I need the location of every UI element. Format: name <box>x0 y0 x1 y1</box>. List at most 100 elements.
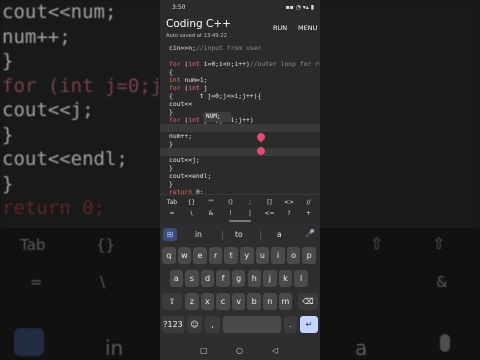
bg-code-line: cout<<endl; <box>2 148 128 170</box>
key-i[interactable]: i <box>271 247 285 264</box>
autocomplete-popup[interactable]: NUM; <box>203 112 231 122</box>
symbol-key[interactable]: <> <box>281 199 297 206</box>
code-line[interactable]: } <box>160 140 173 148</box>
code-line[interactable]: { t j=0;j<=i;j++){ <box>160 92 261 100</box>
bg-label: Tab <box>20 236 46 254</box>
code-line[interactable] <box>160 52 169 60</box>
code-line[interactable]: int num=1; <box>160 76 207 84</box>
suggestion-word[interactable]: a <box>277 230 282 239</box>
key-h[interactable]: h <box>247 270 262 287</box>
shift-key[interactable]: ⇧ <box>162 293 182 310</box>
key-x[interactable]: x <box>200 293 215 310</box>
comma-key[interactable]: , <box>205 316 220 333</box>
bg-label: in <box>105 336 124 360</box>
key-e[interactable]: e <box>193 247 207 264</box>
space-key[interactable] <box>223 316 281 333</box>
code-line[interactable]: num++; <box>160 132 192 140</box>
background-code: cout<<num; num++;} for (int j=0;j<=i;j++){… <box>0 0 265 230</box>
symbol-key[interactable]: ; <box>242 199 258 206</box>
symbol-key[interactable]: () <box>223 199 239 206</box>
symbol-key[interactable]: \ <box>184 210 200 217</box>
key-w[interactable]: w <box>177 247 192 264</box>
backspace-key[interactable]: ⌫ <box>298 293 318 310</box>
bg-label: = <box>30 273 43 291</box>
code-line[interactable]: cin>>n;//input from user <box>160 44 261 52</box>
key-b[interactable]: b <box>247 293 261 310</box>
key-y[interactable]: y <box>240 247 254 264</box>
symbol-key[interactable]: ? <box>281 210 297 217</box>
code-line[interactable]: } <box>160 108 173 116</box>
code-token: j <box>199 84 208 92</box>
status-icons: ▪▪ ◔ ▾▴ ▮ <box>285 3 314 11</box>
symbol-key[interactable]: ! <box>223 210 239 217</box>
autosave-status: Auto saved at 13:49:22 <box>166 33 227 39</box>
key-q[interactable]: q <box>162 247 176 264</box>
symbol-key[interactable]: | <box>242 210 258 217</box>
period-key[interactable]: . <box>284 316 297 333</box>
key-m[interactable]: m <box>278 293 293 310</box>
code-token: } <box>169 164 173 172</box>
code-line[interactable]: cout<<j; <box>160 156 200 164</box>
bg-code-line: } <box>2 123 14 146</box>
bg-grid-icon <box>14 328 44 356</box>
symbol-key[interactable]: // <box>301 199 317 206</box>
emoji-key[interactable]: ☺ <box>187 316 202 333</box>
key-c[interactable]: c <box>216 293 230 310</box>
apps-grid-icon[interactable]: ⊞ <box>163 228 177 241</box>
key-v[interactable]: v <box>231 293 246 310</box>
key-k[interactable]: k <box>278 270 293 287</box>
key-u[interactable]: u <box>255 247 270 264</box>
code-line[interactable]: cout<<endl; <box>160 172 211 180</box>
microphone-icon[interactable]: 🎤 <box>305 229 315 238</box>
cursor-handle[interactable] <box>257 147 265 155</box>
key-o[interactable]: o <box>286 247 301 264</box>
key-d[interactable]: d <box>200 270 215 287</box>
key-f[interactable]: f <box>216 270 230 287</box>
symbol-bar: Tab {} "" (); [] <> // = \ &! | <=? + <box>160 194 320 220</box>
bg-code-line: return 0; <box>2 197 105 219</box>
nav-back-icon[interactable]: ◁ <box>272 346 278 355</box>
numbers-key[interactable]: ?123 <box>162 316 184 333</box>
key-r[interactable]: r <box>208 247 223 264</box>
code-line[interactable]: cout<< <box>160 100 192 108</box>
suggestion-word[interactable]: in <box>195 230 202 239</box>
divider <box>260 231 261 240</box>
symbol-key[interactable]: [] <box>262 199 278 206</box>
drag-handle[interactable] <box>229 220 251 222</box>
key-g[interactable]: g <box>231 270 246 287</box>
nav-home-icon[interactable]: ○ <box>236 346 243 355</box>
symbol-key[interactable]: = <box>164 210 180 217</box>
key-j[interactable]: j <box>263 270 277 287</box>
nav-recents-icon[interactable]: ▢ <box>200 346 208 355</box>
code-line[interactable]: for (int i=0;i<n;i++)//outer loop for ro <box>160 60 320 68</box>
code-token: cout<< <box>169 100 193 108</box>
menu-button[interactable]: MENU <box>298 24 317 32</box>
key-n[interactable]: n <box>263 293 277 310</box>
symbol-key[interactable]: "" <box>203 199 219 206</box>
code-line[interactable]: } <box>160 180 173 188</box>
code-editor[interactable]: return 0;}cout<<endl;}cout<<j;for (int j… <box>160 44 320 196</box>
code-token: num=1; <box>180 76 208 84</box>
suggestion-word[interactable]: to <box>235 230 243 239</box>
key-p[interactable]: p <box>302 247 316 264</box>
enter-key[interactable]: ↵ <box>300 316 318 333</box>
key-s[interactable]: s <box>185 270 199 287</box>
code-line[interactable]: } <box>160 164 173 172</box>
key-a[interactable]: a <box>169 270 184 287</box>
symbol-key[interactable]: {} <box>184 199 200 206</box>
run-button[interactable]: RUN <box>273 24 287 32</box>
symbol-key[interactable]: + <box>301 210 317 217</box>
divider <box>222 231 223 240</box>
code-line[interactable]: { <box>160 68 173 76</box>
key-t[interactable]: t <box>224 247 238 264</box>
key-l[interactable]: l <box>294 270 308 287</box>
symbol-key[interactable]: <= <box>262 210 278 217</box>
bg-code-line: } <box>2 50 14 72</box>
code-line[interactable]: for (int j <box>160 84 208 92</box>
key-z[interactable]: z <box>185 293 199 310</box>
symbol-key[interactable]: Tab <box>164 199 180 206</box>
code-token: int <box>188 116 200 124</box>
selection-handle[interactable] <box>255 131 267 143</box>
code-token: t j=0;j<=i;j++){ <box>172 92 262 100</box>
symbol-key[interactable]: & <box>203 210 219 217</box>
